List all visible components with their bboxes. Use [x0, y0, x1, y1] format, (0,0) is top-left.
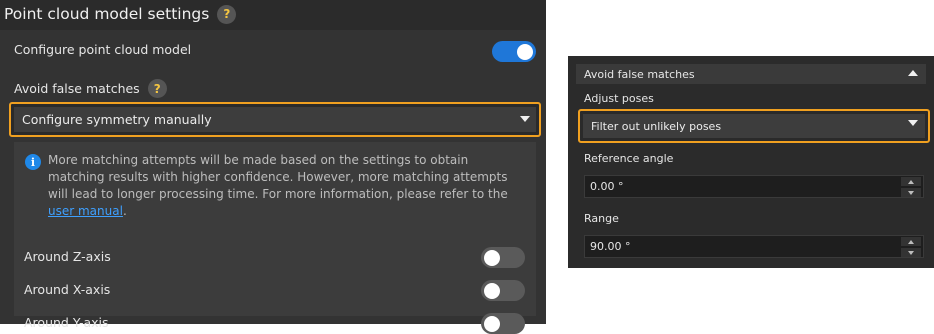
- info-text-end: .: [122, 204, 127, 218]
- range-label: Range: [584, 212, 619, 225]
- chevron-down-icon: [908, 120, 918, 126]
- configure-point-cloud-toggle[interactable]: [492, 41, 536, 62]
- symmetry-info-box: i More matching attempts will be made ba…: [14, 142, 536, 334]
- adjust-poses-value: Filter out unlikely poses: [583, 114, 925, 138]
- section-header-title: Avoid false matches: [584, 67, 695, 81]
- reference-angle-stepper[interactable]: [901, 177, 921, 197]
- toggle-knob: [484, 282, 500, 299]
- reference-angle-input[interactable]: 0.00 °: [584, 175, 924, 198]
- chevron-down-icon: [520, 116, 530, 122]
- avoid-false-matches-text: Avoid false matches: [14, 81, 140, 96]
- chevron-down-icon: [908, 190, 914, 195]
- range-input[interactable]: 90.00 °: [584, 235, 924, 258]
- stepper-up-button[interactable]: [901, 237, 921, 246]
- toggle-knob: [484, 249, 500, 266]
- help-icon[interactable]: ?: [217, 4, 237, 24]
- avoid-false-matches-label: Avoid false matches ?: [14, 79, 167, 98]
- section-header[interactable]: Avoid false matches: [576, 64, 926, 84]
- adjust-poses-label: Adjust poses: [584, 92, 654, 105]
- info-text-body: More matching attempts will be made base…: [48, 153, 508, 201]
- toggle-knob: [517, 43, 533, 60]
- panel-body: Configure point cloud model Avoid false …: [0, 30, 546, 334]
- axis-z-toggle[interactable]: [481, 247, 525, 268]
- stepper-down-button[interactable]: [901, 248, 921, 257]
- adjust-poses-dropdown[interactable]: Filter out unlikely poses: [578, 109, 930, 143]
- user-manual-link[interactable]: user manual: [48, 204, 123, 218]
- range-value: 90.00 °: [590, 240, 631, 253]
- range-stepper[interactable]: [901, 237, 921, 257]
- info-icon: i: [25, 154, 41, 170]
- info-text: More matching attempts will be made base…: [48, 152, 528, 220]
- chevron-up-icon[interactable]: [908, 70, 918, 76]
- axis-x-label: Around X-axis: [24, 282, 111, 297]
- stepper-down-button[interactable]: [901, 188, 921, 197]
- stepper-up-button[interactable]: [901, 177, 921, 186]
- panel-title: Point cloud model settings ?: [4, 3, 237, 25]
- chevron-up-icon: [908, 179, 914, 184]
- axis-z-label: Around Z-axis: [24, 249, 111, 264]
- symmetry-mode-dropdown[interactable]: Configure symmetry manually: [9, 102, 541, 137]
- configure-point-cloud-label: Configure point cloud model: [14, 42, 192, 57]
- panel-title-text: Point cloud model settings: [4, 5, 210, 23]
- reference-angle-value: 0.00 °: [590, 180, 624, 193]
- help-icon[interactable]: ?: [147, 79, 167, 98]
- point-cloud-settings-panel: Point cloud model settings ? Configure p…: [0, 0, 546, 334]
- reference-angle-label: Reference angle: [584, 152, 674, 165]
- axis-x-toggle[interactable]: [481, 280, 525, 301]
- chevron-down-icon: [908, 250, 914, 255]
- axis-y-label: Around Y-axis: [24, 315, 109, 330]
- chevron-up-icon: [908, 239, 914, 244]
- avoid-false-matches-panel: Avoid false matches Adjust poses Filter …: [568, 56, 934, 268]
- symmetry-mode-value: Configure symmetry manually: [14, 107, 536, 132]
